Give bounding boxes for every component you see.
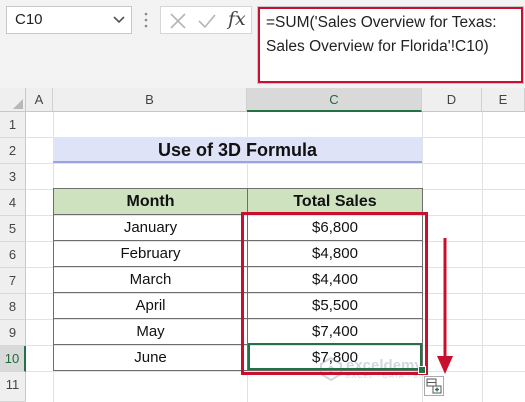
column-header-e[interactable]: E — [482, 88, 525, 112]
row-header-1[interactable]: 1 — [0, 112, 26, 138]
month-cell[interactable]: May — [53, 318, 248, 345]
month-cell[interactable]: January — [53, 214, 248, 241]
fill-handle[interactable] — [418, 366, 426, 374]
chevron-down-icon[interactable] — [113, 16, 125, 24]
sheet-title[interactable]: Use of 3D Formula — [53, 137, 422, 163]
enter-check-icon[interactable] — [197, 12, 217, 30]
active-cell-c10[interactable] — [248, 343, 422, 370]
formula-bar-area: C10 fx =SUM('Sales Overview for Texas: S… — [0, 0, 525, 88]
name-box[interactable]: C10 — [6, 6, 132, 34]
formula-buttons: fx — [160, 6, 252, 34]
column-header-d[interactable]: D — [422, 88, 482, 112]
row-header-3[interactable]: 3 — [0, 164, 26, 190]
quick-analysis-icon — [426, 378, 442, 394]
name-box-value: C10 — [15, 11, 43, 28]
drag-handle-icon[interactable] — [143, 11, 149, 29]
table-header-row: Month Total Sales — [53, 188, 423, 215]
quick-analysis-button[interactable] — [424, 376, 444, 396]
row-header-7[interactable]: 7 — [0, 268, 26, 294]
gridline — [26, 163, 525, 164]
row-header-4[interactable]: 4 — [0, 190, 26, 216]
column-header-a[interactable]: A — [26, 88, 53, 112]
row-header-5[interactable]: 5 — [0, 216, 26, 242]
column-header-c[interactable]: C — [247, 88, 422, 112]
total-sales-header[interactable]: Total Sales — [247, 188, 423, 215]
month-cell[interactable]: March — [53, 266, 248, 293]
fill-down-arrow-icon — [437, 238, 453, 374]
row-header-8[interactable]: 8 — [0, 294, 26, 320]
formula-input[interactable]: =SUM('Sales Overview for Texas: Sales Ov… — [257, 6, 524, 84]
month-cell[interactable]: June — [53, 344, 248, 371]
formula-highlight-box — [258, 7, 523, 83]
cancel-icon[interactable] — [169, 12, 187, 30]
month-cell[interactable]: February — [53, 240, 248, 267]
month-header[interactable]: Month — [53, 188, 248, 215]
row-header-9[interactable]: 9 — [0, 320, 26, 346]
row-header-10[interactable]: 10 — [0, 346, 26, 372]
row-header-11[interactable]: 11 — [0, 372, 26, 402]
select-all-corner[interactable] — [0, 88, 26, 112]
gridline — [482, 112, 483, 402]
column-header-b[interactable]: B — [53, 88, 247, 112]
row-header-2[interactable]: 2 — [0, 138, 26, 164]
month-cell[interactable]: April — [53, 292, 248, 319]
row-header-6[interactable]: 6 — [0, 242, 26, 268]
insert-function-icon[interactable]: fx — [228, 8, 246, 30]
select-all-triangle-icon — [13, 99, 23, 109]
